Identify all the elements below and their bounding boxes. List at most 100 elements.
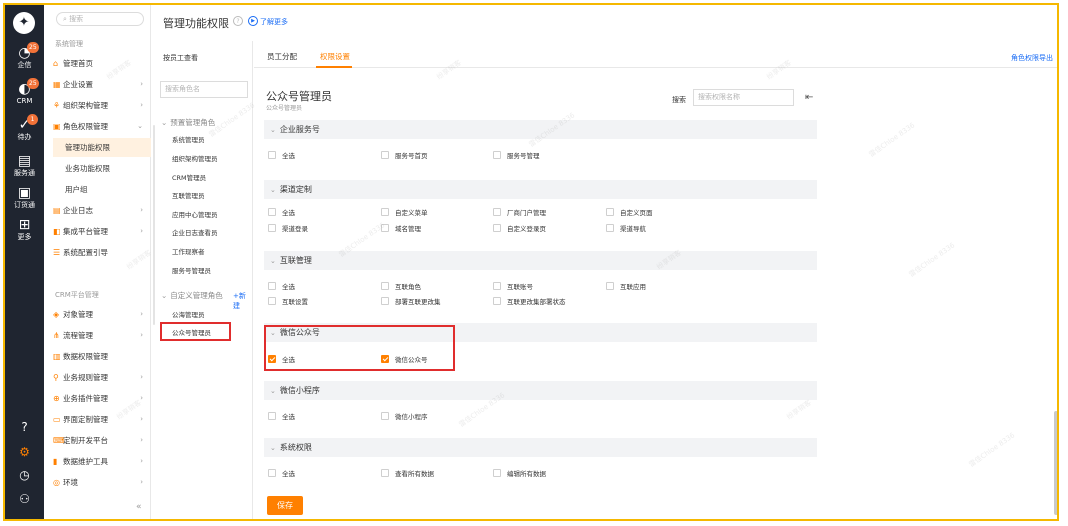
menu-item-org[interactable]: ⚘ 组织架构管理 › bbox=[53, 96, 151, 115]
checkbox-box[interactable] bbox=[493, 297, 501, 305]
checkbox-box[interactable] bbox=[493, 208, 501, 216]
role-item[interactable]: CRM管理员 bbox=[172, 172, 206, 182]
checkbox-option[interactable]: 互联账号 bbox=[493, 282, 533, 292]
play-icon[interactable]: ▶ bbox=[248, 16, 258, 26]
role-item[interactable]: 应用中心管理员 bbox=[172, 209, 218, 219]
menu-item-business-permission[interactable]: 业务功能权限 bbox=[53, 159, 151, 178]
role-group-preset[interactable]: ⌄ 预置管理角色 bbox=[161, 117, 215, 128]
outdent-icon[interactable]: ⇤ bbox=[805, 92, 813, 103]
checkbox-select-all[interactable]: 全选 bbox=[268, 151, 295, 161]
checkbox-box[interactable] bbox=[493, 224, 501, 232]
checkbox-box[interactable] bbox=[268, 282, 276, 290]
menu-item-company-settings[interactable]: ▦ 企业设置 › bbox=[53, 75, 151, 94]
menu-item-config-guide[interactable]: ☰ 系统配置引导 bbox=[53, 243, 151, 262]
checkbox-box[interactable] bbox=[381, 469, 389, 477]
sidebar-icon-crm[interactable]: ◐ CRM 25 bbox=[5, 78, 44, 106]
menu-item-role-permission[interactable]: ▣ 角色权限管理 ⌄ bbox=[53, 117, 151, 136]
menu-item-user-group[interactable]: 用户组 bbox=[53, 180, 151, 199]
checkbox-option[interactable]: 互联设置 bbox=[268, 297, 308, 307]
role-search-input[interactable]: 搜索角色名 bbox=[160, 81, 248, 98]
checkbox-option[interactable]: 微信小程序 bbox=[381, 412, 428, 422]
checkbox-box[interactable] bbox=[268, 412, 276, 420]
checkbox-box[interactable] bbox=[381, 297, 389, 305]
checkbox-option[interactable]: 服务号首页 bbox=[381, 151, 428, 161]
sidebar-icon-qixin[interactable]: ◔ 企信 25 bbox=[5, 42, 44, 70]
checkbox-select-all[interactable]: 全选 bbox=[268, 282, 295, 292]
checkbox-box[interactable] bbox=[268, 208, 276, 216]
sidebar-icon-todo[interactable]: ✓ 待办 1 bbox=[5, 114, 44, 142]
checkbox-box[interactable] bbox=[606, 224, 614, 232]
checkbox-box[interactable] bbox=[381, 151, 389, 159]
menu-item-data-permission[interactable]: ▥ 数据权限管理 bbox=[53, 347, 151, 366]
contacts-icon[interactable]: ⚇ bbox=[5, 492, 44, 506]
checkbox-box[interactable] bbox=[493, 282, 501, 290]
sidebar-icon-order[interactable]: ▣ 订货通 bbox=[5, 185, 44, 210]
checkbox-option[interactable]: 自定义页面 bbox=[606, 208, 653, 218]
checkbox-option[interactable]: 渠道导航 bbox=[606, 224, 646, 234]
menu-item-object[interactable]: ◈ 对象管理 › bbox=[53, 305, 151, 324]
checkbox-option[interactable]: 互联应用 bbox=[606, 282, 646, 292]
export-role-permission-link[interactable]: 角色权限导出 bbox=[1011, 53, 1053, 63]
menu-item-environment[interactable]: ◎ 环境 › bbox=[53, 473, 151, 492]
sidebar-icon-more[interactable]: ⊞ 更多 bbox=[5, 217, 44, 242]
checkbox-select-all[interactable]: 全选 bbox=[268, 208, 295, 218]
checkbox-box[interactable] bbox=[268, 151, 276, 159]
role-item[interactable]: 服务号管理员 bbox=[172, 265, 211, 275]
role-item[interactable]: 工作现察者 bbox=[172, 246, 205, 256]
menu-item-home[interactable]: ⌂ 管理首页 bbox=[53, 54, 151, 73]
checkbox-option[interactable]: 自定义登录页 bbox=[493, 224, 546, 234]
checkbox-option[interactable]: 互联角色 bbox=[381, 282, 421, 292]
checkbox-box[interactable] bbox=[268, 224, 276, 232]
checkbox-box[interactable] bbox=[606, 208, 614, 216]
menu-item-admin-permission[interactable]: 管理功能权限 bbox=[53, 138, 151, 157]
sidebar-icon-service[interactable]: ▤ 服务通 bbox=[5, 153, 44, 178]
checkbox-box[interactable] bbox=[268, 297, 276, 305]
menu-item-company-log[interactable]: ▤ 企业日志 › bbox=[53, 201, 151, 220]
role-group-custom[interactable]: ⌄ 自定义管理角色 bbox=[161, 290, 223, 301]
menu-item-dev-platform[interactable]: ⌨定制开发平台 › bbox=[53, 431, 151, 450]
settings-gear-icon[interactable]: ⚙ bbox=[5, 445, 44, 459]
checkbox-option[interactable]: 域名管理 bbox=[381, 224, 421, 234]
section-wechat-miniprogram[interactable]: ⌄ 微信小程序 bbox=[264, 381, 817, 400]
section-enterprise-service[interactable]: ⌄ 企业服务号 bbox=[264, 120, 817, 139]
checkbox-select-all[interactable]: 全选 bbox=[268, 412, 295, 422]
checkbox-option[interactable]: 部署互联更改集 bbox=[381, 297, 441, 307]
menu-search-input[interactable]: ⌕ 搜索 bbox=[56, 12, 144, 26]
checkbox-select-all[interactable]: 全选 bbox=[268, 469, 295, 479]
section-system-permission[interactable]: ⌄ 系统权限 bbox=[264, 438, 817, 457]
role-item[interactable]: 系统管理员 bbox=[172, 134, 205, 144]
menu-item-data-tool[interactable]: ▮ 数据维护工具 › bbox=[53, 452, 151, 471]
tab-permission-settings[interactable]: 权限设置 bbox=[320, 51, 350, 62]
menu-item-ui-custom[interactable]: ▭ 界面定制管理 › bbox=[53, 410, 151, 429]
help-icon[interactable]: ? bbox=[5, 420, 44, 434]
checkbox-box[interactable] bbox=[268, 469, 276, 477]
role-item[interactable]: 公海管理员 bbox=[172, 309, 205, 319]
checkbox-box[interactable] bbox=[381, 208, 389, 216]
menu-item-flow[interactable]: ⋔ 流程管理 › bbox=[53, 326, 151, 345]
checkbox-option[interactable]: 厂商门户管理 bbox=[493, 208, 546, 218]
checkbox-option[interactable]: 查看所有数据 bbox=[381, 469, 434, 479]
menu-item-plugin[interactable]: ⊕ 业务插件管理 › bbox=[53, 389, 151, 408]
menu-item-rule[interactable]: ⚲ 业务规则管理 › bbox=[53, 368, 151, 387]
section-interconnect[interactable]: ⌄ 互联管理 bbox=[264, 251, 817, 270]
permission-search-input[interactable]: 搜索权限名称 bbox=[693, 89, 794, 106]
clock-icon[interactable]: ◷ bbox=[5, 468, 44, 482]
app-logo-icon[interactable]: ✦ bbox=[13, 12, 35, 34]
checkbox-option[interactable]: 互联更改集部署状态 bbox=[493, 297, 566, 307]
role-item[interactable]: 企业日志查看员 bbox=[172, 227, 218, 237]
learn-more-link[interactable]: 了解更多 bbox=[260, 17, 288, 27]
save-button[interactable]: 保存 bbox=[267, 496, 303, 515]
main-scrollbar[interactable] bbox=[1054, 411, 1057, 515]
role-item[interactable]: 组织架构管理员 bbox=[172, 153, 218, 163]
tab-employee-assign[interactable]: 员工分配 bbox=[267, 51, 297, 62]
view-by-employee-tab[interactable]: 按员工查看 bbox=[163, 53, 198, 63]
menu-item-integration[interactable]: ◧ 集成平台管理 › bbox=[53, 222, 151, 241]
help-question-icon[interactable]: ? bbox=[233, 16, 243, 26]
role-item[interactable]: 互联管理员 bbox=[172, 190, 205, 200]
checkbox-box[interactable] bbox=[493, 469, 501, 477]
add-role-button[interactable]: +新建 bbox=[233, 291, 252, 311]
checkbox-box[interactable] bbox=[493, 151, 501, 159]
checkbox-option[interactable]: 服务号管理 bbox=[493, 151, 540, 161]
checkbox-box[interactable] bbox=[381, 224, 389, 232]
checkbox-option[interactable]: 编辑所有数据 bbox=[493, 469, 546, 479]
